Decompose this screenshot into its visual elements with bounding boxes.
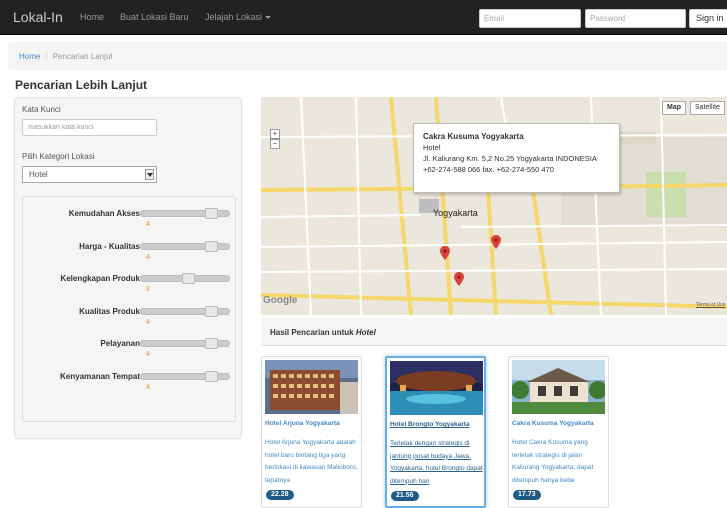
criterion-slider[interactable] [140, 240, 230, 252]
keyword-input[interactable] [22, 119, 157, 136]
map-type-satellite-button[interactable]: Satellite [690, 101, 725, 115]
slider-handle[interactable] [205, 208, 218, 219]
info-address: Jl. Kaliurang Km. 5,2 No.25 Yogyakarta I… [423, 154, 597, 163]
criterion-slider[interactable] [140, 273, 230, 284]
breadcrumb-home[interactable]: Home [19, 52, 40, 61]
password-field[interactable] [585, 9, 686, 28]
criterion-value: 4 [146, 221, 150, 228]
criterion-value: 4 [146, 351, 150, 358]
slider-handle[interactable] [205, 338, 218, 349]
result-title[interactable]: Cakra Kusuma Yogyakarta [512, 420, 607, 427]
location-map[interactable]: Map Satellite + − Cakra Kusuma Yogyakart… [261, 97, 727, 315]
results-heading-prefix: Hasil Pencarian untuk [270, 328, 356, 337]
info-type: Hotel [423, 143, 441, 152]
criterion-slider[interactable] [140, 305, 230, 317]
breadcrumb: Home / Pencarian Lanjut [8, 42, 727, 70]
google-logo: Google [263, 295, 298, 306]
result-card[interactable]: Cakra Kusuma Yogyakarta Hotel Cakra Kusu… [508, 356, 609, 508]
criterion-slider[interactable] [140, 208, 230, 219]
result-description: Hotel Arjuna Yogyakarta adalah hotel bar… [265, 439, 358, 484]
map-city-label: Yogyakarta [433, 208, 478, 218]
chevron-down-icon [265, 16, 272, 20]
criterion-label: Kualitas Produk [79, 306, 140, 316]
map-pin-icon[interactable] [454, 272, 464, 286]
criterion-label: Pelayanan [100, 339, 140, 348]
criterion-value: 4 [146, 253, 150, 261]
page-title: Pencarian Lebih Lanjut [15, 78, 148, 92]
filter-panel: Kata Kunci Pilih Kategori Lokasi Hotel K… [14, 97, 242, 439]
results-heading: Hasil Pencarian untuk Hotel [261, 318, 727, 346]
nav-home[interactable]: Home [80, 12, 104, 22]
result-card[interactable]: Hotel Brongto Yogyakarta Terletak dengan… [385, 356, 486, 508]
hotel-photo [265, 360, 358, 414]
nav-explore-dropdown[interactable]: Jelajah Lokasi [205, 12, 272, 22]
breadcrumb-separator: / [45, 52, 48, 61]
select-arrow-icon [145, 169, 154, 180]
criterion-value: 4 [146, 318, 150, 326]
breadcrumb-current: Pencarian Lanjut [52, 52, 113, 61]
category-select-value: Hotel [29, 170, 48, 179]
brand-logo[interactable]: Lokal-In [13, 9, 63, 25]
hotel-photo [512, 360, 605, 414]
result-title[interactable]: Hotel Arjuna Yogyakarta [265, 420, 360, 427]
slider-handle[interactable] [182, 273, 195, 284]
criterion-label: Kenyamanan Tempat [60, 371, 140, 381]
hotel-photo [390, 361, 483, 415]
zoom-out-button[interactable]: − [270, 139, 280, 149]
slider-handle[interactable] [205, 305, 218, 317]
slider-handle[interactable] [205, 370, 218, 382]
result-title[interactable]: Hotel Brongto Yogyakarta [390, 421, 485, 428]
email-field[interactable] [479, 9, 581, 28]
top-navbar: Lokal-In Home Buat Lokasi Baru Jelajah L… [0, 0, 727, 35]
category-select[interactable]: Hotel [22, 166, 157, 183]
score-badge: 22.28 [266, 490, 294, 500]
score-badge: 21.56 [391, 491, 419, 501]
criterion-value: 3 [146, 286, 150, 293]
results-heading-term: Hotel [355, 328, 376, 337]
map-info-window: Cakra Kusuma Yogyakarta Hotel Jl. Kaliur… [413, 123, 620, 193]
map-pin-icon[interactable] [491, 235, 501, 249]
score-badge: 17.73 [513, 490, 541, 500]
search-results: Hasil Pencarian untuk Hotel Hotel Arjuna… [261, 318, 727, 508]
category-label: Pilih Kategori Lokasi [22, 152, 95, 161]
slider-handle[interactable] [205, 240, 218, 252]
terms-link[interactable]: Terms of Use [696, 302, 725, 308]
nav-explore-label: Jelajah Lokasi [205, 12, 263, 22]
criteria-sliders: Kemudahan Akses 4 Harga - Kualitas 4 Kelengk… [22, 196, 236, 422]
result-description: Hotel Cakra Kusuma yang terletak strateg… [512, 439, 594, 484]
criterion-value: 4 [146, 383, 150, 391]
zoom-in-button[interactable]: + [270, 129, 280, 139]
result-card[interactable]: Hotel Arjuna Yogyakarta Hotel Arjuna Yog… [261, 356, 362, 508]
map-type-map-button[interactable]: Map [662, 101, 686, 115]
nav-create-location[interactable]: Buat Lokasi Baru [120, 12, 189, 22]
info-title: Cakra Kusuma Yogyakarta [423, 132, 524, 141]
result-description: Terletak dengan strategis di jantung pus… [390, 440, 483, 485]
keyword-label: Kata Kunci [22, 105, 61, 114]
criterion-slider[interactable] [140, 370, 230, 382]
info-phone: +62-274-588 066 fax. +62-274-550 470 [423, 165, 554, 174]
criterion-slider[interactable] [140, 338, 230, 349]
criterion-label: Kelengkapan Produk [60, 274, 140, 283]
sign-in-button[interactable]: Sign in [689, 9, 727, 28]
criterion-label: Kemudahan Akses [68, 209, 140, 218]
map-pin-icon[interactable] [440, 246, 450, 260]
criterion-label: Harga - Kualitas [79, 241, 140, 251]
